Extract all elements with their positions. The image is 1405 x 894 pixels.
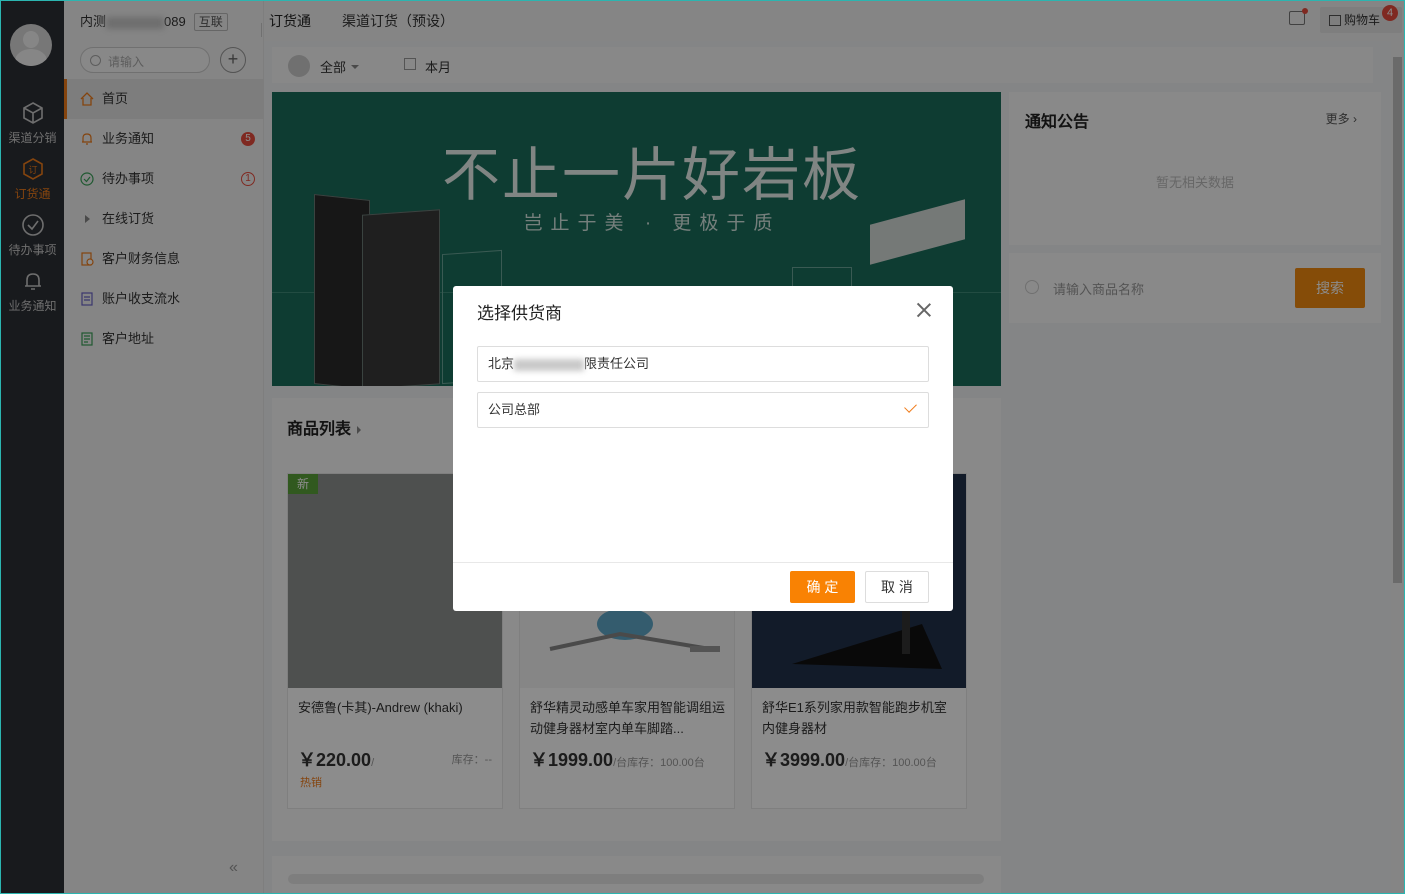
confirm-button[interactable]: 确 定 <box>790 571 855 603</box>
supplier-option[interactable]: 北京 限责任公司 <box>477 346 929 382</box>
app-window: 渠道分销 订 订货通 待办事项 业务通知 内测089互联 请输入 + 首页 <box>0 0 1405 894</box>
close-icon[interactable] <box>915 301 933 319</box>
select-supplier-dialog: 选择供货商 北京 限责任公司 公司总部 确 定 取 消 <box>453 286 953 611</box>
dialog-divider <box>453 562 953 563</box>
supplier-name: 公司总部 <box>488 402 541 417</box>
supplier-option-selected[interactable]: 公司总部 <box>477 392 929 428</box>
supplier-name-suffix: 限责任公司 <box>584 356 650 371</box>
supplier-name-prefix: 北京 <box>488 356 515 371</box>
redacted-text <box>514 358 585 371</box>
dialog-title: 选择供货商 <box>477 304 562 323</box>
cancel-button[interactable]: 取 消 <box>865 571 929 603</box>
check-icon <box>904 400 917 413</box>
